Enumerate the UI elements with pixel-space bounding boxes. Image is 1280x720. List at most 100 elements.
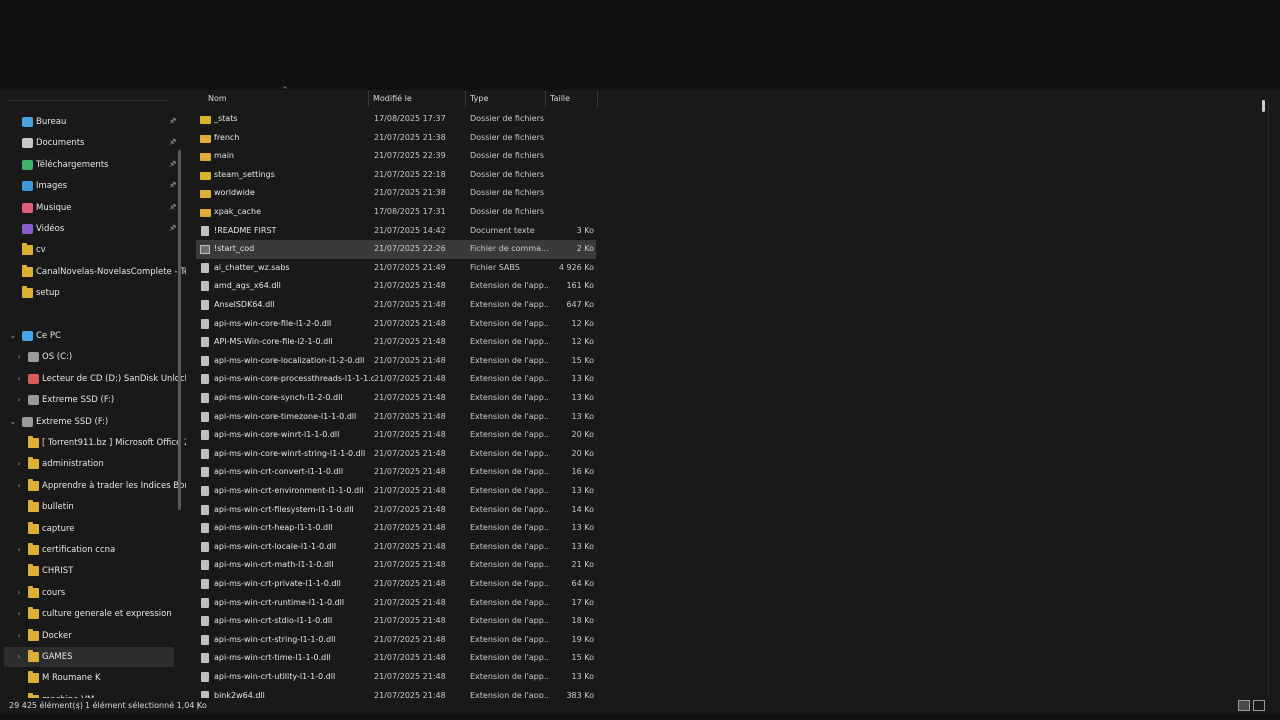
sidebar-item-drive[interactable]: › Extreme SSD (F:) (4, 390, 174, 410)
pin-icon[interactable]: 📌 (169, 176, 176, 196)
sidebar-item-folder[interactable]: › culture generale et expression (4, 604, 174, 624)
chevron-down-icon[interactable]: ⌄ (8, 412, 18, 432)
sidebar-item-canalnovelas-novelascomplete-teres[interactable]: CanalNovelas-NovelasComplete - Teres (4, 262, 186, 282)
sidebar-item-setup[interactable]: setup (4, 283, 174, 303)
file-list-scrollbar[interactable] (1262, 100, 1265, 112)
file-row[interactable]: api-ms-win-core-synch-l1-2-0.dll 21/07/20… (196, 389, 596, 408)
file-row[interactable]: !start_cod 21/07/2025 22:26 Fichier de com… (196, 240, 596, 259)
column-modified[interactable]: Modifié le (373, 90, 412, 108)
chevron-right-icon[interactable]: › (14, 369, 24, 389)
chevron-down-icon[interactable]: ⌄ (8, 326, 18, 346)
file-row[interactable]: api-ms-win-core-timezone-l1-1-0.dll 21/07… (196, 408, 596, 427)
sidebar-item-folder[interactable]: › Docker (4, 626, 174, 646)
file-row[interactable]: _stats 17/08/2025 17:37 Dossier de fichier… (196, 110, 596, 129)
sidebar-item-drive[interactable]: › OS (C:) (4, 347, 174, 367)
pin-icon[interactable]: 📌 (169, 112, 176, 132)
pin-icon[interactable]: 📌 (169, 198, 176, 218)
file-row[interactable]: api-ms-win-core-winrt-string-l1-1-0.dll 2… (196, 445, 596, 464)
file-size: 3 Ko (576, 225, 594, 235)
column-separator[interactable] (465, 91, 466, 107)
file-name: !start_cod (214, 244, 255, 254)
file-name: api-ms-win-crt-convert-l1-1-0.dll (214, 467, 344, 477)
file-row[interactable]: api-ms-win-crt-runtime-l1-1-0.dll 21/07/2… (196, 594, 596, 613)
file-row[interactable]: api-ms-win-crt-private-l1-1-0.dll 21/07/2… (196, 575, 596, 594)
sidebar-item-folder[interactable]: › administration (4, 454, 174, 474)
sidebar-item-vid-os[interactable]: Vidéos 📌 (4, 219, 176, 239)
file-row[interactable]: french 21/07/2025 21:38 Dossier de fichier… (196, 129, 596, 148)
pin-icon[interactable]: 📌 (169, 219, 176, 239)
file-row[interactable]: ai_chatter_wz.sabs 21/07/2025 21:49 Fichie… (196, 259, 596, 278)
column-separator[interactable] (545, 91, 546, 107)
pin-icon[interactable]: 📌 (169, 155, 176, 175)
sidebar-item-bureau[interactable]: Bureau 📌 (4, 112, 176, 132)
file-row[interactable]: !README FIRST 21/07/2025 14:42 Document te… (196, 222, 596, 241)
file-modified: 21/07/2025 22:26 (374, 244, 446, 254)
file-list[interactable]: _stats 17/08/2025 17:37 Dossier de fichier… (186, 110, 1280, 698)
file-row[interactable]: API-MS-Win-core-file-l2-1-0.dll 21/07/202… (196, 333, 596, 352)
chevron-right-icon[interactable]: › (14, 454, 24, 474)
file-row[interactable]: api-ms-win-crt-time-l1-1-0.dll 21/07/2025… (196, 649, 596, 668)
sidebar-item-t-l-chargements[interactable]: Téléchargements 📌 (4, 155, 176, 175)
file-row[interactable]: api-ms-win-crt-environment-l1-1-0.dll 21/… (196, 482, 596, 501)
details-view-icon[interactable] (1238, 700, 1250, 711)
sidebar-item-ce-pc[interactable]: ⌄ Ce PC (4, 326, 174, 346)
sidebar-item-images[interactable]: Images 📌 (4, 176, 176, 196)
file-row[interactable]: api-ms-win-core-file-l1-2-0.dll 21/07/202… (196, 315, 596, 334)
sidebar-item-folder[interactable]: › Apprendre à trader les Indices Boursie (4, 476, 186, 496)
sidebar-item-folder[interactable]: › certification ccna (4, 540, 174, 560)
file-row[interactable]: xpak_cache 17/08/2025 17:31 Dossier de fic… (196, 203, 596, 222)
sidebar-item-extreme-ssd[interactable]: ⌄ Extreme SSD (F:) (4, 412, 174, 432)
sidebar-item-folder[interactable]: bulletin (4, 497, 174, 517)
file-row[interactable]: api-ms-win-crt-stdio-l1-1-0.dll 21/07/202… (196, 612, 596, 631)
file-row[interactable]: steam_settings 21/07/2025 22:18 Dossier de… (196, 166, 596, 185)
chevron-right-icon[interactable]: › (14, 540, 24, 560)
navigation-pane[interactable]: Bureau 📌 Documents 📌 Téléchargements 📌 Images 📌… (0, 90, 186, 698)
file-row[interactable]: api-ms-win-crt-string-l1-1-0.dll 21/07/20… (196, 631, 596, 650)
column-type[interactable]: Type (470, 90, 488, 108)
pin-icon[interactable]: 📌 (169, 133, 176, 153)
sidebar-item-folder[interactable]: capture (4, 519, 174, 539)
file-row[interactable]: worldwide 21/07/2025 21:38 Dossier de fich… (196, 184, 596, 203)
column-separator[interactable] (368, 91, 369, 107)
file-type: Extension de l'app... (470, 355, 548, 365)
file-modified: 21/07/2025 21:48 (374, 634, 446, 644)
tiles-view-icon[interactable] (1253, 700, 1265, 711)
chevron-right-icon[interactable]: › (14, 347, 24, 367)
file-row[interactable]: bink2w64.dll 21/07/2025 21:48 Extension de… (196, 687, 596, 698)
file-row[interactable]: api-ms-win-core-winrt-l1-1-0.dll 21/07/20… (196, 426, 596, 445)
sidebar-item-folder[interactable]: › GAMES (4, 647, 174, 667)
file-row[interactable]: amd_ags_x64.dll 21/07/2025 21:48 Extension… (196, 277, 596, 296)
chevron-right-icon[interactable]: › (14, 647, 24, 667)
file-row[interactable]: api-ms-win-crt-heap-l1-1-0.dll 21/07/2025… (196, 519, 596, 538)
file-row[interactable]: api-ms-win-crt-filesystem-l1-1-0.dll 21/0… (196, 501, 596, 520)
file-row[interactable]: main 21/07/2025 22:39 Dossier de fichiers (196, 147, 596, 166)
column-size[interactable]: Taille (550, 90, 570, 108)
chevron-right-icon[interactable]: › (14, 626, 24, 646)
file-row[interactable]: api-ms-win-crt-utility-l1-1-0.dll 21/07/2… (196, 668, 596, 687)
sidebar-item-drive[interactable]: › Lecteur de CD (D:) SanDisk Unlocker (4, 369, 186, 389)
column-name[interactable]: Nom (208, 90, 227, 108)
file-row[interactable]: AnselSDK64.dll 21/07/2025 21:48 Extension … (196, 296, 596, 315)
file-icon (201, 616, 209, 627)
file-row[interactable]: api-ms-win-core-localization-l1-2-0.dll 2… (196, 352, 596, 371)
file-type: Extension de l'app... (470, 448, 548, 458)
chevron-right-icon[interactable]: › (14, 476, 24, 496)
sidebar-item-folder[interactable]: › machine VM (4, 690, 174, 698)
sidebar-scrollbar[interactable] (178, 150, 181, 510)
file-row[interactable]: api-ms-win-crt-math-l1-1-0.dll 21/07/2025… (196, 556, 596, 575)
file-row[interactable]: api-ms-win-crt-locale-l1-1-0.dll 21/07/20… (196, 538, 596, 557)
sidebar-item-documents[interactable]: Documents 📌 (4, 133, 176, 153)
chevron-right-icon[interactable]: › (14, 390, 24, 410)
file-row[interactable]: api-ms-win-core-processthreads-l1-1-1.dl… (196, 370, 596, 389)
sidebar-item-folder[interactable]: [ Torrent911.bz ] Microsoft Office 2021 (4, 433, 186, 453)
chevron-right-icon[interactable]: › (14, 604, 24, 624)
column-separator[interactable] (597, 91, 598, 107)
sidebar-item-folder[interactable]: M Roumane K (4, 668, 174, 688)
sidebar-item-cv[interactable]: cv (4, 240, 174, 260)
chevron-right-icon[interactable]: › (14, 690, 24, 698)
sidebar-item-folder[interactable]: › cours (4, 583, 174, 603)
sidebar-item-musique[interactable]: Musique 📌 (4, 198, 176, 218)
sidebar-item-folder[interactable]: CHRIST (4, 561, 174, 581)
file-row[interactable]: api-ms-win-crt-convert-l1-1-0.dll 21/07/2… (196, 463, 596, 482)
chevron-right-icon[interactable]: › (14, 583, 24, 603)
